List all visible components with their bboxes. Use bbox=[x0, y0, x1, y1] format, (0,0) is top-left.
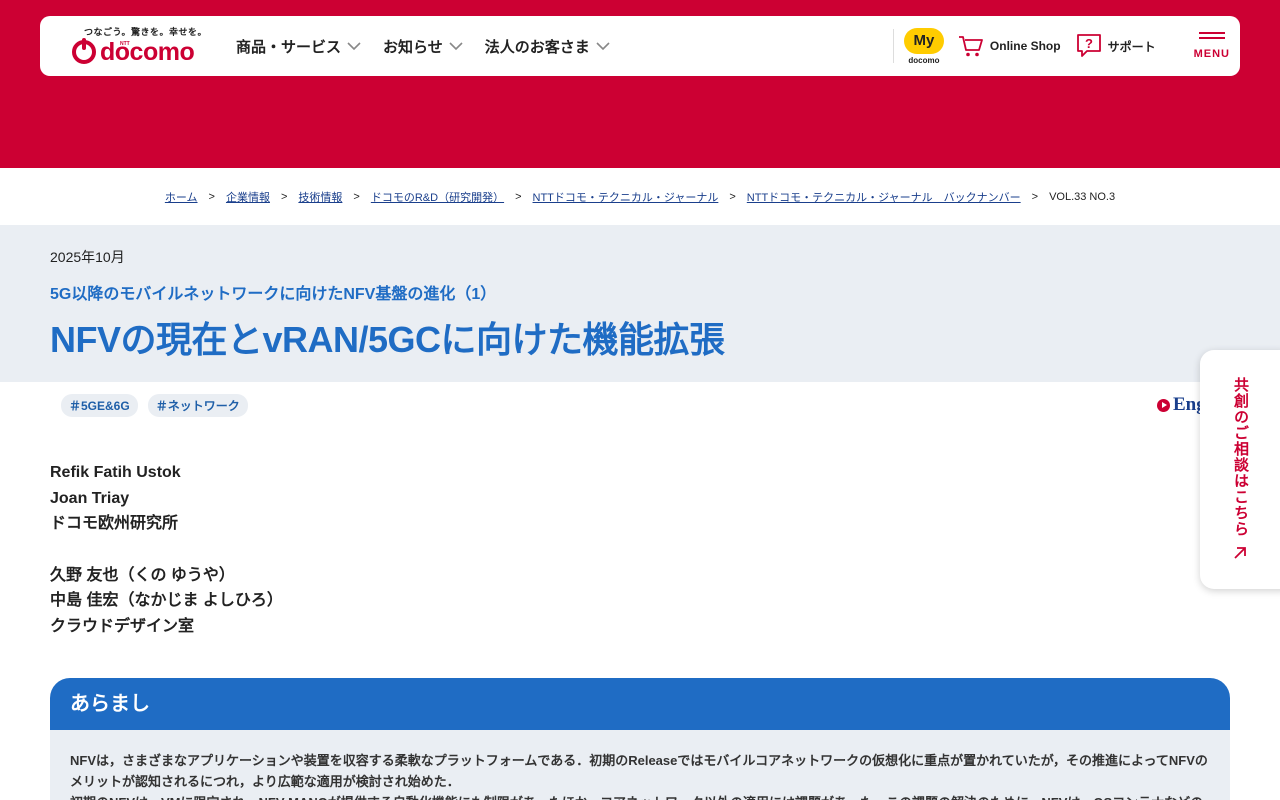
docomo-ring-icon bbox=[72, 38, 96, 64]
breadcrumb-separator: > bbox=[515, 190, 522, 203]
nav-label: お知らせ bbox=[383, 38, 443, 56]
chevron-down-icon bbox=[347, 41, 361, 50]
nav-label: 法人のお客さま bbox=[484, 38, 590, 56]
author-name: 中島 佳宏（なかじま よしひろ） bbox=[50, 592, 283, 610]
breadcrumb-corporate[interactable]: 企業情報 bbox=[226, 189, 270, 205]
hamburger-icon bbox=[1198, 32, 1225, 42]
logo-wordmark: docomo bbox=[100, 38, 195, 66]
breadcrumb-separator: > bbox=[208, 190, 215, 203]
tag-network[interactable]: ＃ネットワーク bbox=[147, 394, 248, 417]
author-affiliation: クラウドデザイン室 bbox=[50, 618, 195, 636]
breadcrumb-separator: > bbox=[353, 190, 360, 203]
author-name: Refik Fatih Ustok bbox=[50, 464, 181, 481]
online-shop-button[interactable]: Online Shop bbox=[958, 34, 1061, 58]
breadcrumb-current: VOL.33 NO.3 bbox=[1049, 190, 1116, 203]
abstract-text-line: 初期のNFVは，VMに限定され，NFV-MANOが提供する自動化機能にも制限があ… bbox=[70, 792, 1210, 800]
site-header: つなごう。驚きを。幸せを。 NTT docomo 商品・サービス お知らせ 法人… bbox=[40, 16, 1240, 76]
header-utilities: My docomo Online Shop ? サポート MENU bbox=[892, 16, 1240, 76]
arrow-up-right-icon bbox=[1234, 547, 1246, 559]
global-nav: 商品・サービス お知らせ 法人のお客さま bbox=[236, 16, 610, 76]
abstract-body: NFVは，さまざまなアプリケーションや装置を収容する柔軟なプラットフォームである… bbox=[50, 730, 1230, 800]
my-docomo-sublabel: docomo bbox=[908, 55, 940, 65]
abstract-heading: あらまし bbox=[50, 678, 1230, 730]
support-button[interactable]: ? サポート bbox=[1075, 33, 1156, 59]
my-docomo-badge: My bbox=[903, 27, 944, 54]
author-name: Joan Triay bbox=[50, 489, 130, 507]
tag-list: ＃5GE&6G ＃ネットワーク bbox=[61, 394, 248, 417]
logo-tagline: つなごう。驚きを。幸せを。 bbox=[84, 27, 207, 37]
cart-icon bbox=[958, 36, 983, 57]
breadcrumb-separator: > bbox=[1031, 190, 1039, 203]
author-affiliation: ドコモ欧州研究所 bbox=[50, 515, 179, 533]
svg-text:?: ? bbox=[1085, 36, 1093, 51]
breadcrumb-home[interactable]: ホーム bbox=[165, 189, 198, 205]
abstract-text-line: NFVは，さまざまなアプリケーションや装置を収容する柔軟なプラットフォームである… bbox=[70, 753, 1208, 768]
breadcrumb-separator: > bbox=[280, 190, 288, 203]
author-list: Refik Fatih Ustok Joan Triay ドコモ欧州研究所 久野… bbox=[50, 460, 283, 640]
breadcrumb-back-numbers[interactable]: NTTドコモ・テクニカル・ジャーナル バックナンバー bbox=[747, 189, 1021, 205]
breadcrumb-technology[interactable]: 技術情報 bbox=[298, 189, 342, 205]
abstract-section: あらまし NFVは，さまざまなアプリケーションや装置を収容する柔軟なプラットフォ… bbox=[50, 678, 1230, 800]
chevron-down-icon bbox=[449, 41, 463, 50]
nav-business[interactable]: 法人のお客さま bbox=[485, 36, 610, 57]
menu-button[interactable]: MENU bbox=[1194, 32, 1230, 60]
breadcrumb: ホーム > 企業情報 > 技術情報 > ドコモのR&D（研究開発） > NTTド… bbox=[0, 168, 1280, 225]
divider bbox=[892, 29, 894, 63]
my-docomo-button[interactable]: My docomo bbox=[903, 27, 944, 65]
nav-news[interactable]: お知らせ bbox=[383, 36, 463, 57]
breadcrumb-rnd[interactable]: ドコモのR&D（研究開発） bbox=[371, 189, 504, 205]
help-bubble-icon: ? bbox=[1076, 34, 1101, 57]
tag-5ge-6g[interactable]: ＃5GE&6G bbox=[61, 394, 138, 417]
play-circle-icon bbox=[1157, 398, 1170, 412]
article-title-band: 2025年10月 5G以降のモバイルネットワークに向けたNFV基盤の進化（1） … bbox=[0, 225, 1280, 382]
co-creation-consult-tab[interactable]: 共創のご相談はこちら bbox=[1200, 350, 1280, 589]
author-name: 久野 友也（くの ゆうや） bbox=[50, 566, 235, 584]
publish-date: 2025年10月 bbox=[50, 249, 125, 265]
breadcrumb-separator: > bbox=[729, 190, 736, 203]
online-shop-label: Online Shop bbox=[989, 39, 1061, 53]
breadcrumb-technical-journal[interactable]: NTTドコモ・テクニカル・ジャーナル bbox=[533, 189, 719, 205]
page-title: NFVの現在とvRAN/5GCに向けた機能拡張 bbox=[50, 319, 725, 360]
nav-label: 商品・サービス bbox=[236, 38, 342, 56]
chevron-down-icon bbox=[596, 41, 610, 50]
co-creation-consult-label: 共創のご相談はこちら bbox=[1232, 377, 1249, 537]
series-title: 5G以降のモバイルネットワークに向けたNFV基盤の進化（1） bbox=[50, 286, 497, 303]
nav-products-services[interactable]: 商品・サービス bbox=[236, 36, 361, 57]
menu-label: MENU bbox=[1193, 48, 1230, 60]
docomo-logo[interactable]: つなごう。驚きを。幸せを。 NTT docomo bbox=[72, 24, 207, 68]
support-label: サポート bbox=[1107, 39, 1156, 54]
abstract-text-line: メリットが認知されるにつれ，より広範な適用が検討され始めた． bbox=[70, 774, 460, 789]
